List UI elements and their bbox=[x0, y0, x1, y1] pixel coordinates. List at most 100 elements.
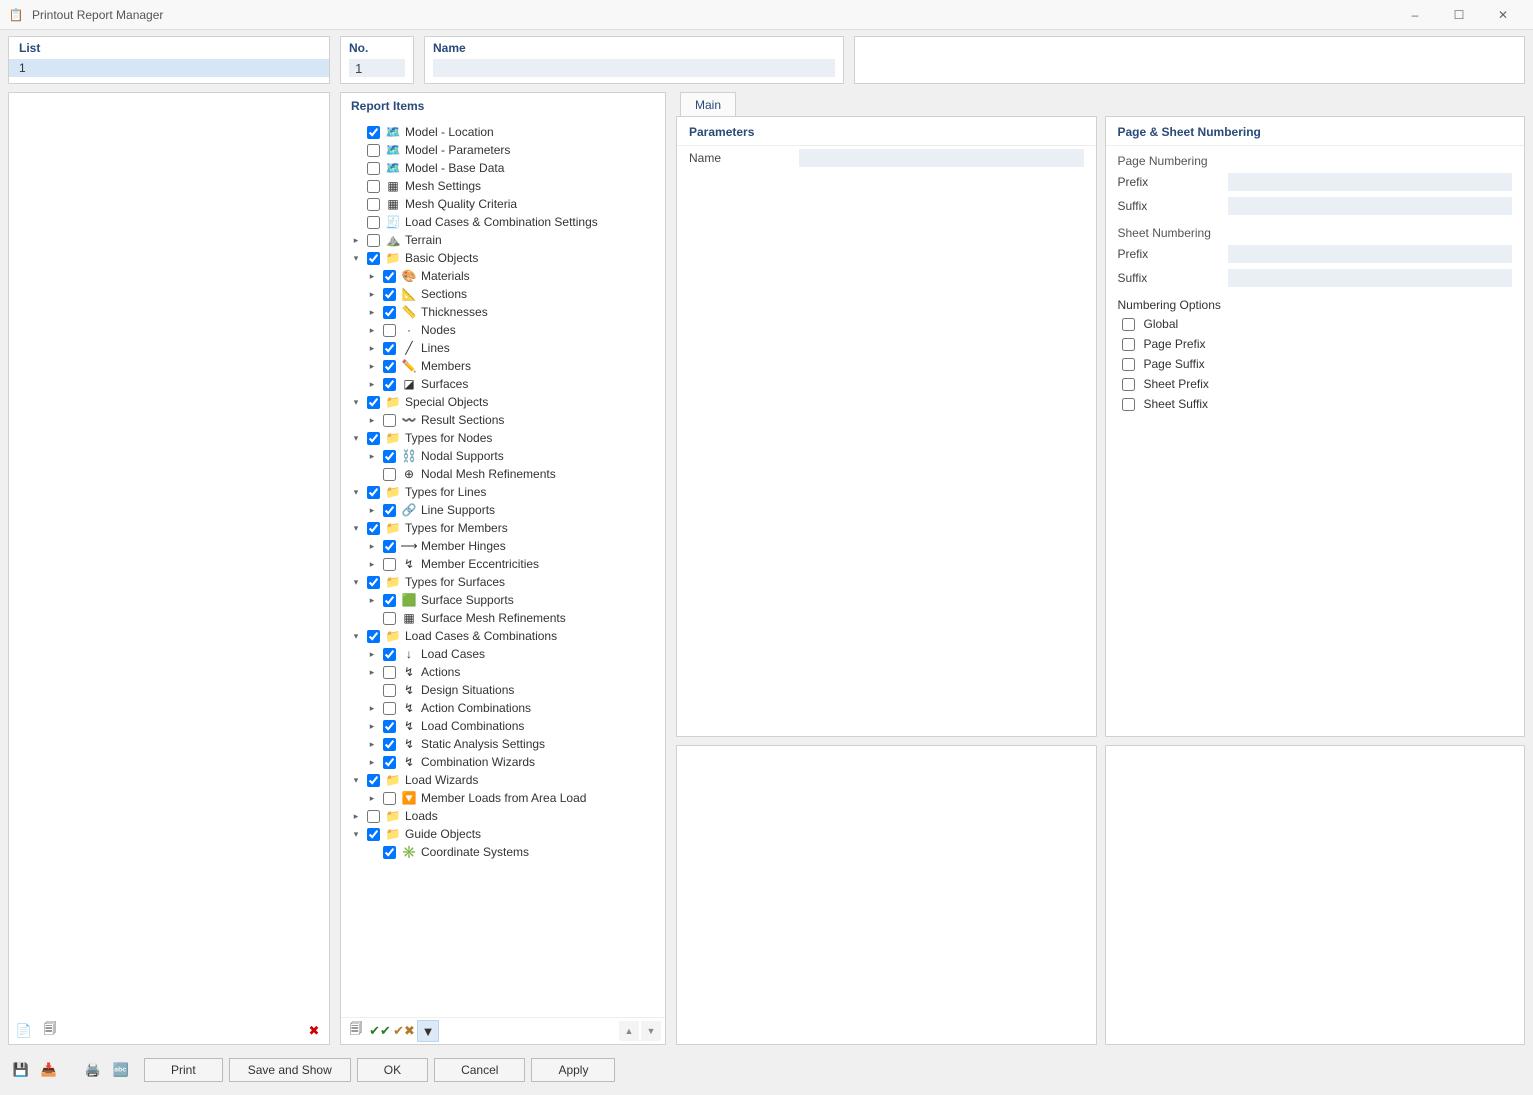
expand-icon[interactable]: ▸ bbox=[367, 537, 377, 555]
tree-item-checkbox[interactable] bbox=[383, 612, 396, 625]
tree-item-checkbox[interactable] bbox=[383, 702, 396, 715]
tree-item[interactable]: ▾📁Guide Objects bbox=[351, 825, 661, 843]
export-button[interactable]: 💾 bbox=[10, 1059, 32, 1081]
expand-icon[interactable]: ▸ bbox=[367, 501, 377, 519]
tree-item[interactable]: ▸↯Static Analysis Settings bbox=[351, 735, 661, 753]
tree-item[interactable]: ▦Mesh Settings bbox=[351, 177, 661, 195]
tree-item-checkbox[interactable] bbox=[383, 414, 396, 427]
tree-item[interactable]: ▾📁Special Objects bbox=[351, 393, 661, 411]
language-button[interactable]: 🔤 bbox=[110, 1059, 132, 1081]
tree-item[interactable]: ▸🔗Line Supports bbox=[351, 501, 661, 519]
tree-item[interactable]: ▾📁Load Cases & Combinations bbox=[351, 627, 661, 645]
tree-item-checkbox[interactable] bbox=[383, 594, 396, 607]
tree-item[interactable]: ▸↯Actions bbox=[351, 663, 661, 681]
tree-item-checkbox[interactable] bbox=[367, 522, 380, 535]
tree-item[interactable]: ▸⛓️Nodal Supports bbox=[351, 447, 661, 465]
ok-button[interactable]: OK bbox=[357, 1058, 428, 1082]
save-and-show-button[interactable]: Save and Show bbox=[229, 1058, 351, 1082]
tree-item-checkbox[interactable] bbox=[383, 468, 396, 481]
expand-icon[interactable]: ▸ bbox=[367, 339, 377, 357]
print-preview-button[interactable]: 🖨️ bbox=[82, 1059, 104, 1081]
expand-icon[interactable]: ▸ bbox=[351, 807, 361, 825]
tree-item[interactable]: ▾📁Basic Objects bbox=[351, 249, 661, 267]
tree-item-checkbox[interactable] bbox=[367, 198, 380, 211]
tree-item[interactable]: 🗺️Model - Base Data bbox=[351, 159, 661, 177]
expand-icon[interactable]: ▸ bbox=[367, 735, 377, 753]
expand-icon[interactable]: ▸ bbox=[367, 753, 377, 771]
name-field[interactable] bbox=[433, 59, 835, 77]
tree-item[interactable]: ▸⛰️Terrain bbox=[351, 231, 661, 249]
tree-item-checkbox[interactable] bbox=[367, 774, 380, 787]
tree-item[interactable]: ▸↯Load Combinations bbox=[351, 717, 661, 735]
expand-icon[interactable]: ▸ bbox=[367, 663, 377, 681]
tree-item-checkbox[interactable] bbox=[367, 252, 380, 265]
tree-item-checkbox[interactable] bbox=[383, 306, 396, 319]
tree-item-checkbox[interactable] bbox=[367, 486, 380, 499]
tree-item-checkbox[interactable] bbox=[367, 396, 380, 409]
tree-item[interactable]: ⊕Nodal Mesh Refinements bbox=[351, 465, 661, 483]
expand-icon[interactable]: ▸ bbox=[367, 375, 377, 393]
close-button[interactable]: ✕ bbox=[1481, 1, 1525, 29]
move-down-button[interactable]: ▼ bbox=[641, 1021, 661, 1041]
expand-icon[interactable]: ▸ bbox=[367, 645, 377, 663]
expand-icon[interactable]: ▸ bbox=[367, 285, 377, 303]
tree-check-all-button[interactable]: ✔✔ bbox=[369, 1020, 391, 1042]
tree-item-checkbox[interactable] bbox=[367, 432, 380, 445]
tree-item[interactable]: ▸📏Thicknesses bbox=[351, 303, 661, 321]
collapse-icon[interactable]: ▾ bbox=[351, 393, 361, 411]
tree-item-checkbox[interactable] bbox=[367, 180, 380, 193]
new-list-button[interactable]: 📄 bbox=[13, 1020, 35, 1042]
expand-icon[interactable]: ▸ bbox=[367, 411, 377, 429]
tree-copy-button[interactable]: 🗐 bbox=[345, 1020, 367, 1042]
tree-item[interactable]: ↯Design Situations bbox=[351, 681, 661, 699]
expand-icon[interactable]: ▸ bbox=[367, 591, 377, 609]
tree-item-checkbox[interactable] bbox=[367, 630, 380, 643]
numbering-option-checkbox[interactable] bbox=[1122, 318, 1135, 331]
tree-item[interactable]: ▸🔽Member Loads from Area Load bbox=[351, 789, 661, 807]
tree-item[interactable]: ▸↓Load Cases bbox=[351, 645, 661, 663]
tree-filter-button[interactable]: ▼ bbox=[417, 1020, 439, 1042]
tree-item-checkbox[interactable] bbox=[383, 720, 396, 733]
tree-item[interactable]: ▸📐Sections bbox=[351, 285, 661, 303]
copy-list-button[interactable]: 🗐 bbox=[39, 1020, 61, 1042]
tree-item-checkbox[interactable] bbox=[367, 234, 380, 247]
tree-item-checkbox[interactable] bbox=[367, 828, 380, 841]
tree-item-checkbox[interactable] bbox=[367, 576, 380, 589]
tree-item[interactable]: ▦Surface Mesh Refinements bbox=[351, 609, 661, 627]
tree-item[interactable]: 🗺️Model - Parameters bbox=[351, 141, 661, 159]
tree-item[interactable]: ▸⟶Member Hinges bbox=[351, 537, 661, 555]
expand-icon[interactable]: ▸ bbox=[367, 717, 377, 735]
collapse-icon[interactable]: ▾ bbox=[351, 825, 361, 843]
tree-item[interactable]: ▸◪Surfaces bbox=[351, 375, 661, 393]
tree-item-checkbox[interactable] bbox=[383, 684, 396, 697]
expand-icon[interactable]: ▸ bbox=[367, 447, 377, 465]
expand-icon[interactable]: ▸ bbox=[367, 357, 377, 375]
tree-item-checkbox[interactable] bbox=[367, 162, 380, 175]
numbering-option-checkbox[interactable] bbox=[1122, 358, 1135, 371]
expand-icon[interactable]: ▸ bbox=[367, 699, 377, 717]
tree-item-checkbox[interactable] bbox=[367, 216, 380, 229]
tree-item-checkbox[interactable] bbox=[383, 288, 396, 301]
tree-item[interactable]: ▾📁Types for Lines bbox=[351, 483, 661, 501]
tree-item-checkbox[interactable] bbox=[383, 360, 396, 373]
tree-item-checkbox[interactable] bbox=[383, 540, 396, 553]
tree-item-checkbox[interactable] bbox=[383, 756, 396, 769]
tree-item-checkbox[interactable] bbox=[383, 378, 396, 391]
tree-item-checkbox[interactable] bbox=[383, 324, 396, 337]
expand-icon[interactable]: ▸ bbox=[367, 303, 377, 321]
tree-item-checkbox[interactable] bbox=[383, 450, 396, 463]
move-up-button[interactable]: ▲ bbox=[619, 1021, 639, 1041]
tree-item-checkbox[interactable] bbox=[383, 504, 396, 517]
collapse-icon[interactable]: ▾ bbox=[351, 249, 361, 267]
expand-icon[interactable]: ▸ bbox=[367, 267, 377, 285]
tree-item-checkbox[interactable] bbox=[383, 792, 396, 805]
tree-item-checkbox[interactable] bbox=[367, 126, 380, 139]
collapse-icon[interactable]: ▾ bbox=[351, 627, 361, 645]
tree-item-checkbox[interactable] bbox=[367, 810, 380, 823]
expand-icon[interactable]: ▸ bbox=[367, 555, 377, 573]
tree-item[interactable]: ▸✏️Members bbox=[351, 357, 661, 375]
list-item[interactable]: 1 bbox=[9, 59, 329, 77]
collapse-icon[interactable]: ▾ bbox=[351, 573, 361, 591]
tree-item[interactable]: ▸↯Combination Wizards bbox=[351, 753, 661, 771]
tree-item[interactable]: ▸🎨Materials bbox=[351, 267, 661, 285]
